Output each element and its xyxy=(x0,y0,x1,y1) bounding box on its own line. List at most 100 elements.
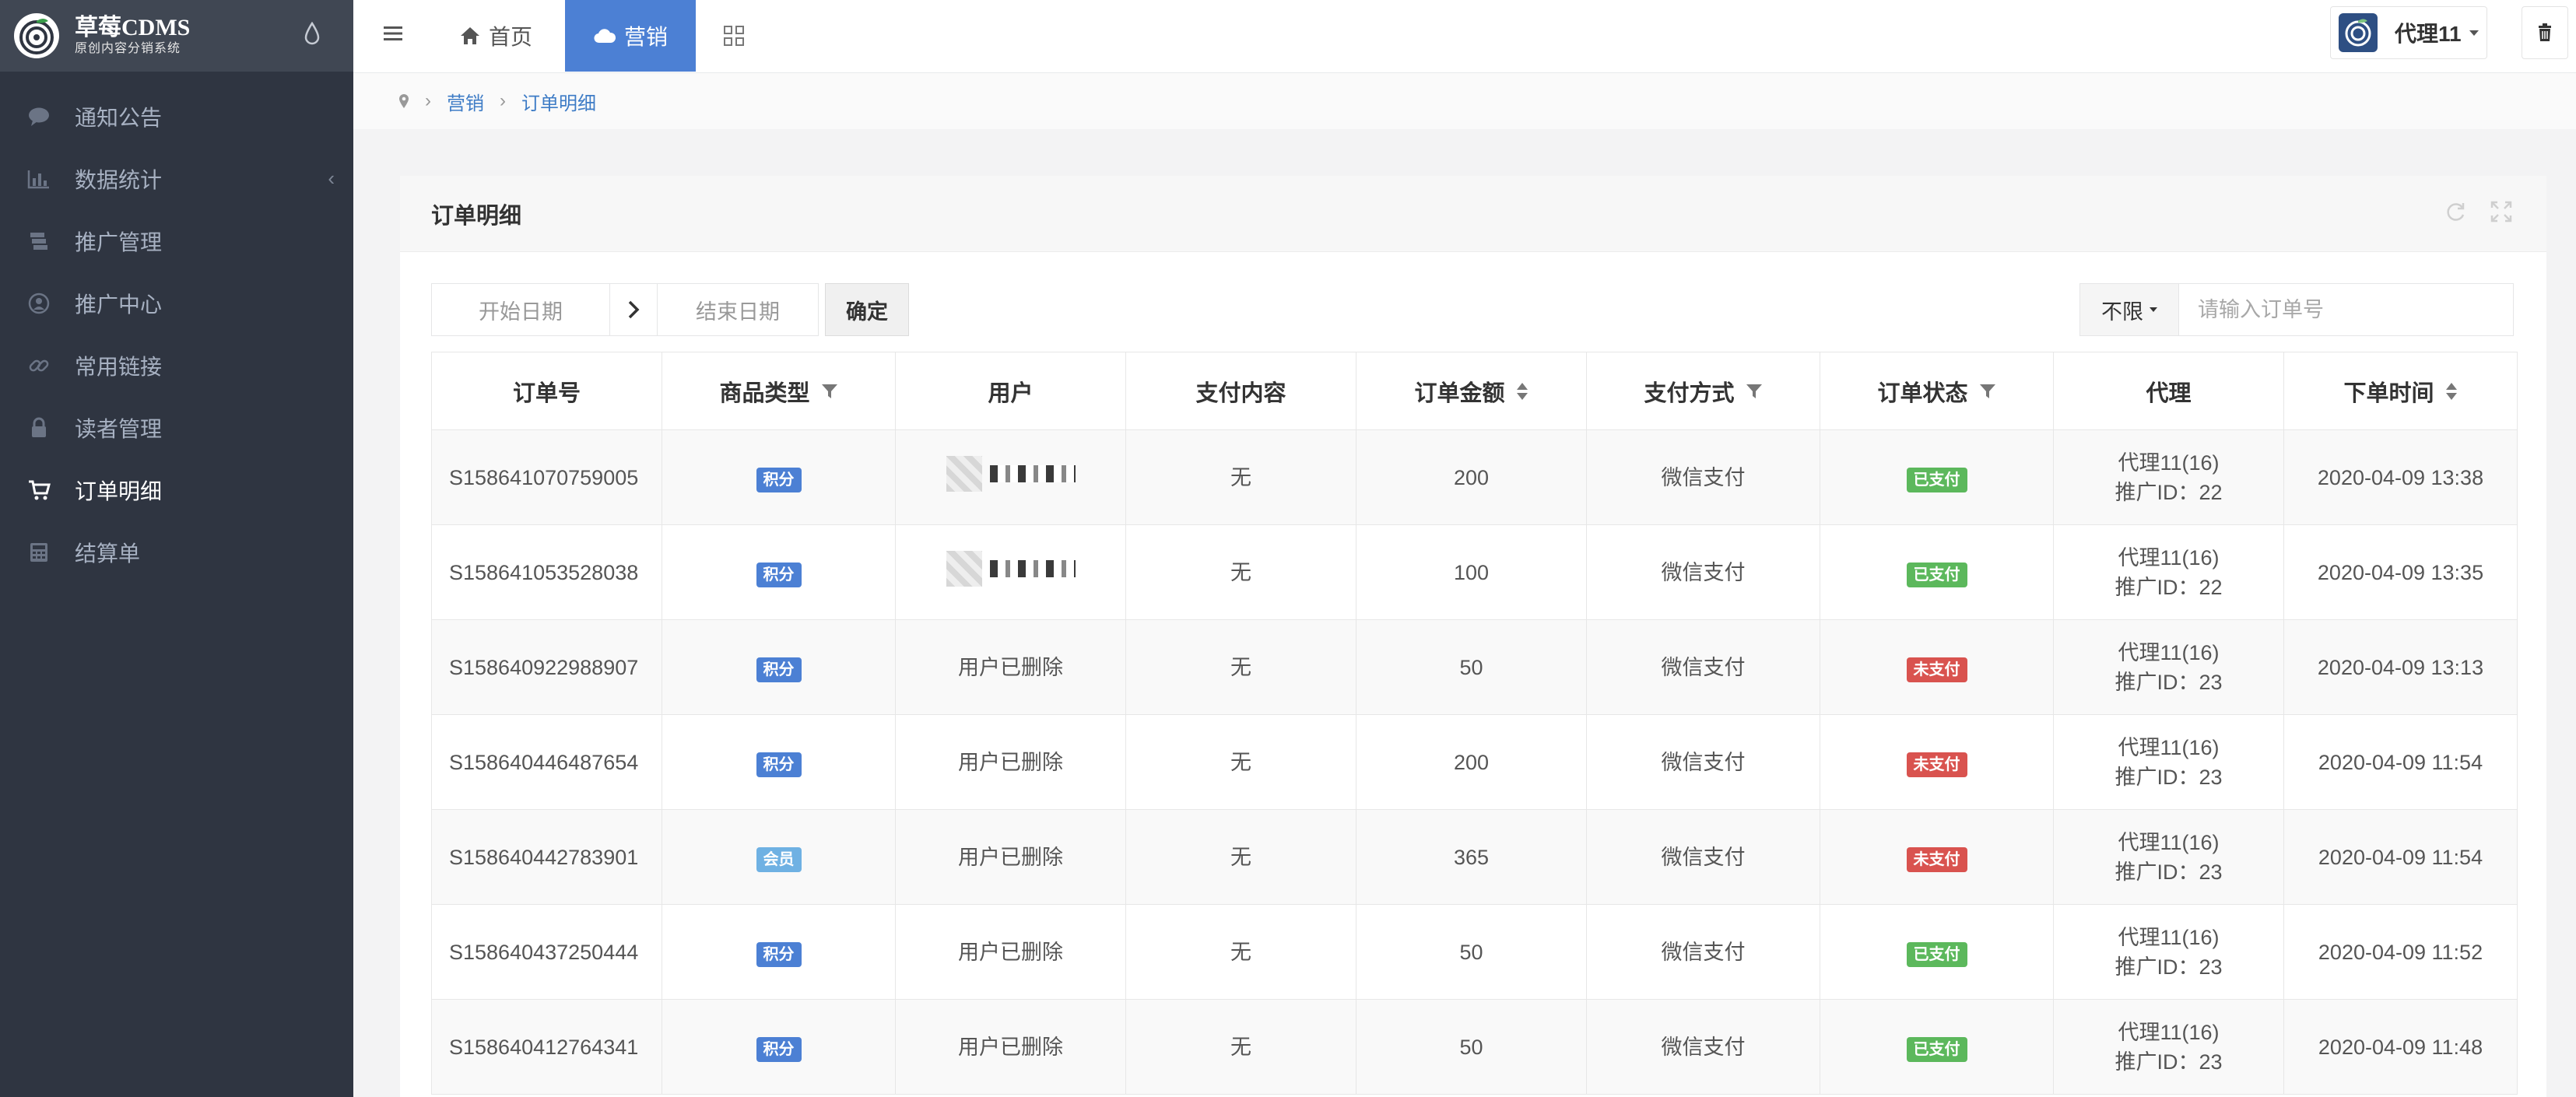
pay-content: 无 xyxy=(1125,999,1356,1095)
cloud-icon xyxy=(594,29,616,44)
promotion-id: 推广ID：22 xyxy=(2114,480,2223,504)
user-cell: 用户已删除 xyxy=(895,904,1126,1000)
order-search-group: 不限 xyxy=(2079,283,2514,336)
order-amount: 100 xyxy=(1356,524,1587,620)
table-row: S158640442783901 会员 用户已删除 无 365 微信支付 未支付 代理11(1… xyxy=(431,809,2518,905)
fullscreen-icon[interactable] xyxy=(2490,201,2512,226)
search-scope-select[interactable]: 不限 xyxy=(2079,283,2179,336)
calculator-icon xyxy=(26,540,51,565)
lock-icon xyxy=(26,415,51,440)
grid-icon xyxy=(724,26,744,46)
status-badge: 已支付 xyxy=(1906,467,1967,492)
logo-subtitle: 原创内容分销系统 xyxy=(75,42,181,55)
agent-name: 代理11(16) xyxy=(2118,640,2220,664)
stack-icon xyxy=(26,229,51,254)
pay-content: 无 xyxy=(1125,904,1356,1000)
column-header-time[interactable]: 下单时间 xyxy=(2283,352,2518,430)
sidebar-item-links[interactable]: 常用链接 xyxy=(0,335,353,397)
sidebar-item-settlement[interactable]: 结算单 xyxy=(0,521,353,584)
user-cell: 用户已删除 xyxy=(895,809,1126,905)
home-icon xyxy=(461,27,479,44)
order-amount: 200 xyxy=(1356,429,1587,525)
pay-method: 微信支付 xyxy=(1586,619,1820,715)
product-type-cell: 积分 xyxy=(662,714,896,810)
user-cell: 用户已删除 xyxy=(895,619,1126,715)
agent-cell: 代理11(16) 推广ID：23 xyxy=(2053,619,2284,715)
product-type-badge: 会员 xyxy=(756,846,802,872)
promotion-id: 推广ID：23 xyxy=(2114,860,2223,884)
agent-name: 代理11(16) xyxy=(2118,450,2220,475)
pay-method: 微信支付 xyxy=(1586,524,1820,620)
sidebar-item-statistics[interactable]: 数据统计 ‹ xyxy=(0,148,353,210)
confirm-button[interactable]: 确定 xyxy=(825,283,909,336)
filter-icon[interactable] xyxy=(821,383,838,400)
status-cell: 未支付 xyxy=(1820,714,2054,810)
agent-name: 代理11(16) xyxy=(2118,545,2220,570)
promotion-id: 推广ID：23 xyxy=(2114,1050,2223,1074)
orders-table-wrap: 订单号 商品类型 用户 支付内容 订单金额 支付方式 订单状态 代理 下单时间 … xyxy=(431,352,2518,1095)
pay-method: 微信支付 xyxy=(1586,999,1820,1095)
theme-drop-icon[interactable] xyxy=(304,21,321,51)
filter-icon[interactable] xyxy=(1746,383,1763,400)
table-row: S158640922988907 积分 用户已删除 无 50 微信支付 未支付 代理11(16… xyxy=(431,619,2518,715)
sidebar-item-orders[interactable]: 订单明细 xyxy=(0,459,353,521)
column-header-label: 支付方式 xyxy=(1644,380,1735,406)
product-type-cell: 积分 xyxy=(662,904,896,1000)
pay-method: 微信支付 xyxy=(1586,429,1820,525)
breadcrumb-orders[interactable]: 订单明细 xyxy=(521,88,596,115)
order-search-input[interactable] xyxy=(2179,283,2514,336)
clear-cache-button[interactable] xyxy=(2522,6,2568,59)
order-number: S158641053528038 xyxy=(431,524,662,620)
user-menu[interactable]: 代理11 xyxy=(2330,6,2487,59)
comment-icon xyxy=(26,104,51,129)
column-header-status[interactable]: 订单状态 xyxy=(1820,352,2054,430)
end-date-input[interactable]: 结束日期 xyxy=(657,283,819,336)
product-type-badge: 积分 xyxy=(756,467,802,492)
column-header-amount[interactable]: 订单金额 xyxy=(1356,352,1587,430)
filter-icon[interactable] xyxy=(1979,383,1996,400)
sidebar-item-readers[interactable]: 读者管理 xyxy=(0,397,353,459)
pay-content: 无 xyxy=(1125,524,1356,620)
order-time: 2020-04-09 13:35 xyxy=(2283,524,2518,620)
user-cell: 用户已删除 xyxy=(895,999,1126,1095)
tab-marketing[interactable]: 营销 xyxy=(565,0,696,72)
sidebar-item-promotion-center[interactable]: 推广中心 xyxy=(0,272,353,335)
pixelated-username xyxy=(989,464,1076,482)
tab-label: 营销 xyxy=(623,25,668,49)
chevron-left-icon[interactable]: ‹ xyxy=(328,166,335,191)
breadcrumb-marketing[interactable]: 营销 xyxy=(447,88,484,115)
sidebar-item-label: 通知公告 xyxy=(75,106,163,130)
tab-home[interactable]: 首页 xyxy=(459,0,532,72)
status-badge: 未支付 xyxy=(1906,846,1967,872)
cart-icon xyxy=(26,478,51,503)
bar-chart-icon xyxy=(26,166,51,191)
agent-cell: 代理11(16) 推广ID：23 xyxy=(2053,904,2284,1000)
sidebar-item-notice[interactable]: 通知公告 xyxy=(0,86,353,148)
promotion-id: 推广ID：23 xyxy=(2114,765,2223,789)
refresh-icon[interactable] xyxy=(2445,201,2467,226)
order-amount: 50 xyxy=(1356,904,1587,1000)
sidebar-item-promotion-manage[interactable]: 推广管理 xyxy=(0,210,353,272)
caret-down-icon xyxy=(2150,307,2157,312)
column-header-label: 订单金额 xyxy=(1414,380,1505,406)
breadcrumb-separator: › xyxy=(425,90,431,111)
avatar xyxy=(2339,13,2378,52)
agent-cell: 代理11(16) 推广ID：22 xyxy=(2053,429,2284,525)
map-marker-icon xyxy=(399,94,409,108)
column-header-pay-method[interactable]: 支付方式 xyxy=(1586,352,1820,430)
date-range-filter: 开始日期 结束日期 确定 xyxy=(431,283,909,336)
status-cell: 已支付 xyxy=(1820,904,2054,1000)
orders-panel: 订单明细 开始日期 结束日期 确定 不限 请输入订单号 订单号 商品类型 用户 … xyxy=(400,176,2546,1097)
sort-icon[interactable] xyxy=(1516,381,1528,401)
order-amount: 365 xyxy=(1356,809,1587,905)
status-badge: 未支付 xyxy=(1906,657,1967,682)
sort-icon[interactable] xyxy=(2445,381,2458,401)
status-badge: 已支付 xyxy=(1906,941,1967,967)
apps-grid-button[interactable] xyxy=(722,0,753,72)
column-header-type[interactable]: 商品类型 xyxy=(662,352,896,430)
select-value: 不限 xyxy=(2101,300,2143,324)
order-time: 2020-04-09 11:52 xyxy=(2283,904,2518,1000)
start-date-input[interactable]: 开始日期 xyxy=(431,283,610,336)
page-title: 订单明细 xyxy=(431,203,522,229)
menu-toggle-icon[interactable] xyxy=(383,23,406,47)
